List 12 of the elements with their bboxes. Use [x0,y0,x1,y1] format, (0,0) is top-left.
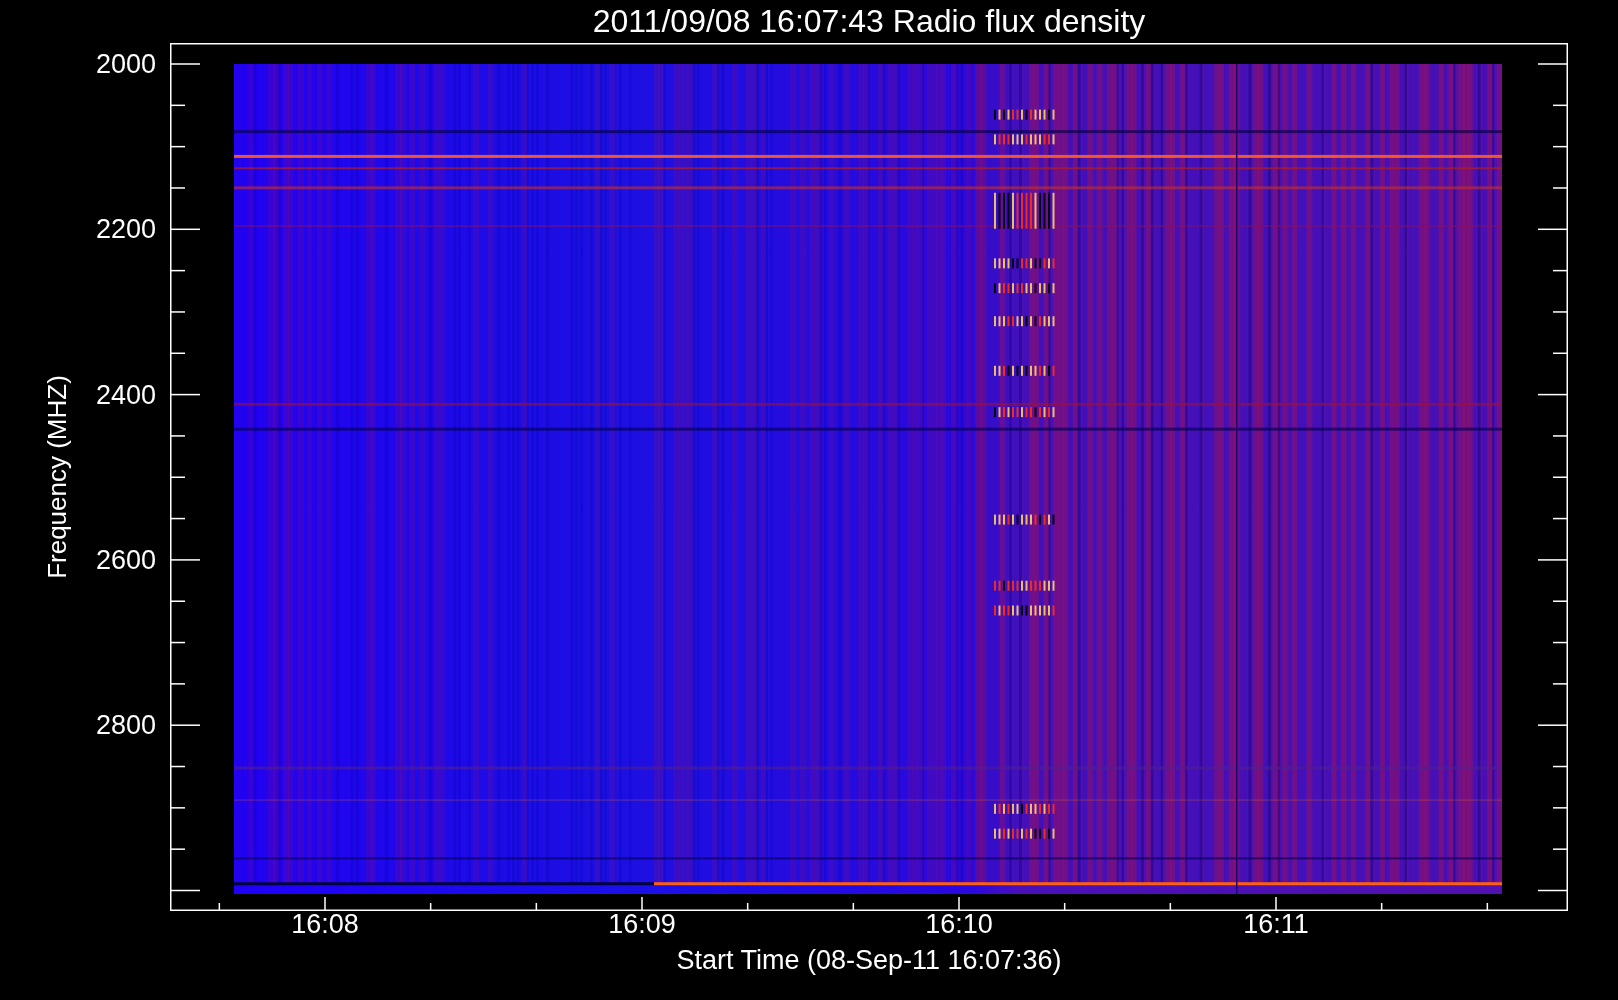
x-tick-label: 16:09 [608,911,676,938]
y-tick-label: 2000 [95,51,156,78]
y-tick-label: 2600 [95,546,156,574]
x-axis-label: Start Time (08-Sep-11 16:07:36) [675,945,1063,976]
y-axis-label: Frequency (MHZ) [41,375,73,579]
y-tick-label: 2200 [95,216,156,244]
x-tick-label: 16:10 [925,911,993,938]
y-tick-label: 2400 [95,381,156,409]
chart-title: 2011/09/08 16:07:43 Radio flux density [591,2,1147,41]
x-tick-label: 16:08 [291,911,359,938]
x-tick-label: 16:11 [1243,911,1309,938]
y-tick-label: 2800 [95,712,156,740]
